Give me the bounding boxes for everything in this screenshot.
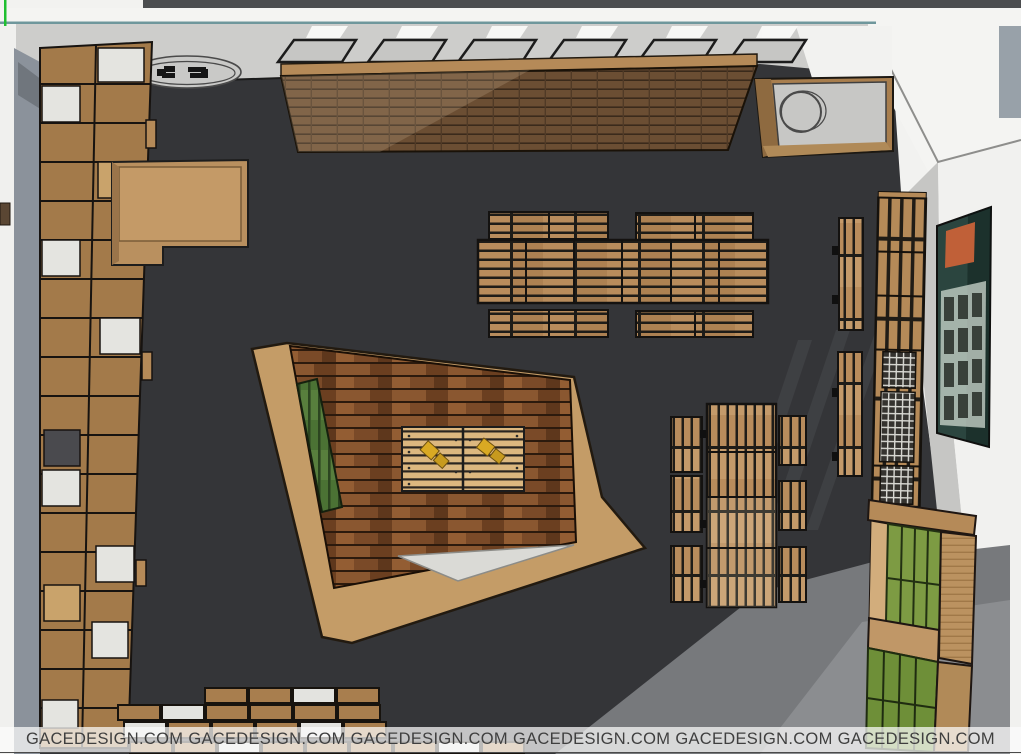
cabinet-top	[773, 82, 886, 148]
rendered-interior-scene: GACEDESIGN.COM GACEDESIGN.COM GACEDESIGN…	[0, 0, 1021, 754]
left-wall-white-edge	[0, 24, 16, 754]
wall-poster	[937, 207, 991, 447]
bench	[779, 481, 806, 530]
bench	[779, 416, 806, 465]
axis-line-green	[4, 0, 7, 26]
bench	[779, 547, 806, 602]
wall-niche	[0, 203, 10, 225]
left-wall-gray-strip	[14, 48, 40, 754]
watermark-text: GACEDESIGN.COM	[188, 730, 345, 749]
bench-cluster-right	[671, 404, 806, 607]
green-storage-shelf	[866, 500, 976, 752]
watermark-bar: GACEDESIGN.COM GACEDESIGN.COM GACEDESIGN…	[0, 727, 1021, 753]
bench	[671, 546, 702, 602]
watermark-text: GACEDESIGN.COM	[351, 730, 508, 749]
teal-trim	[0, 22, 876, 25]
scene-svg	[0, 0, 1021, 754]
bench	[671, 417, 702, 472]
right-wall-top-strip	[999, 26, 1021, 118]
table-highlight	[707, 497, 776, 607]
watermark-text: GACEDESIGN.COM	[26, 730, 183, 749]
desk-side	[112, 162, 119, 265]
bench	[671, 476, 702, 532]
cube-row-2	[118, 705, 380, 720]
display-shelf-right	[872, 192, 927, 517]
watermark-text: GACEDESIGN.COM	[675, 730, 832, 749]
cube-row-1	[205, 688, 379, 703]
desk-top	[119, 167, 241, 241]
platform-table	[402, 427, 524, 491]
wall-highlight	[796, 26, 892, 80]
shelf-tan-column	[869, 521, 888, 622]
ceiling-slat-panel	[281, 54, 757, 152]
shelf-mesh-panels	[879, 352, 916, 505]
watermark-text: GACEDESIGN.COM	[838, 730, 995, 749]
side-cabinet	[755, 77, 893, 157]
left-wall	[0, 24, 42, 754]
shelf-wood-side-upper	[939, 532, 976, 664]
watermark-text: GACEDESIGN.COM	[513, 730, 670, 749]
